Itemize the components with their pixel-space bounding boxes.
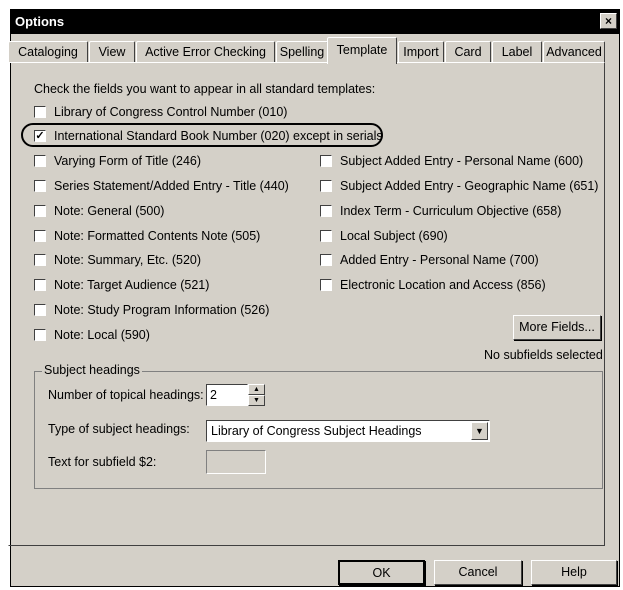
topical-headings-spinner[interactable]: ▲ ▼ (248, 384, 265, 406)
checkbox[interactable] (34, 329, 46, 341)
tab-import[interactable]: Import (398, 41, 444, 63)
field-label: Local Subject (690) (340, 229, 448, 243)
checkbox[interactable] (34, 180, 46, 192)
field-label: Note: Local (590) (54, 328, 150, 342)
tab-active-error-checking[interactable]: Active Error Checking (136, 41, 275, 63)
tab-card[interactable]: Card (445, 41, 491, 63)
subfields-status: No subfields selected (484, 348, 603, 362)
checkbox[interactable] (34, 155, 46, 167)
title-bar: Options × (11, 10, 619, 34)
instructions-text: Check the fields you want to appear in a… (34, 82, 376, 96)
field-label: Note: Summary, Etc. (520) (54, 253, 202, 267)
ok-button[interactable]: OK (338, 560, 425, 585)
field-label: Varying Form of Title (246) (54, 154, 202, 168)
field-label: Note: Study Program Information (526) (54, 303, 270, 317)
field-label: Electronic Location and Access (856) (340, 278, 546, 292)
field-label: Subject Added Entry - Geographic Name (6… (340, 179, 599, 193)
tab-view[interactable]: View (89, 41, 135, 63)
checkbox-checked[interactable]: ✓ (34, 130, 46, 142)
field-label: Subject Added Entry - Personal Name (600… (340, 154, 584, 168)
cancel-button[interactable]: Cancel (434, 560, 522, 585)
tab-label[interactable]: Label (492, 41, 542, 63)
checkbox[interactable] (34, 230, 46, 242)
checkbox[interactable] (320, 230, 332, 242)
subfield2-input[interactable] (206, 450, 266, 474)
checkbox[interactable] (34, 279, 46, 291)
close-button[interactable]: × (600, 13, 617, 29)
dropdown-arrow-icon[interactable]: ▼ (471, 422, 488, 440)
field-label: International Standard Book Number (020)… (54, 129, 383, 143)
field-label: Library of Congress Control Number (010) (54, 105, 288, 119)
field-label: Series Statement/Added Entry - Title (44… (54, 179, 289, 193)
spin-up-icon[interactable]: ▲ (248, 384, 265, 395)
checkbox[interactable] (34, 254, 46, 266)
subject-type-label: Type of subject headings: (48, 422, 190, 436)
checkbox[interactable] (320, 155, 332, 167)
field-label: Note: Formatted Contents Note (505) (54, 229, 261, 243)
subject-headings-legend: Subject headings (42, 363, 142, 377)
checkbox[interactable] (34, 205, 46, 217)
topical-headings-label: Number of topical headings: (48, 388, 204, 402)
checkbox[interactable] (320, 279, 332, 291)
checkbox[interactable] (320, 205, 332, 217)
tab-advanced[interactable]: Advanced (543, 41, 605, 63)
checkbox[interactable] (320, 180, 332, 192)
checkbox[interactable] (320, 254, 332, 266)
spin-down-icon[interactable]: ▼ (248, 395, 265, 406)
field-label: Added Entry - Personal Name (700) (340, 253, 539, 267)
tab-cataloging[interactable]: Cataloging (8, 41, 88, 63)
subject-type-value: Library of Congress Subject Headings (211, 424, 422, 438)
subfield2-label: Text for subfield $2: (48, 455, 157, 469)
topical-headings-input[interactable]: 2 (206, 384, 248, 406)
window-title: Options (15, 14, 65, 29)
tab-strip: Cataloging View Active Error Checking Sp… (8, 37, 605, 64)
more-fields-button[interactable]: More Fields... (513, 315, 601, 340)
field-label: Note: Target Audience (521) (54, 278, 210, 292)
checkbox[interactable] (34, 304, 46, 316)
tab-template[interactable]: Template (327, 37, 397, 64)
help-button[interactable]: Help (531, 560, 617, 585)
subject-type-select[interactable]: Library of Congress Subject Headings ▼ (206, 420, 490, 442)
field-label: Index Term - Curriculum Objective (658) (340, 204, 562, 218)
field-label: Note: General (500) (54, 204, 165, 218)
checkbox[interactable] (34, 106, 46, 118)
tab-spelling[interactable]: Spelling (276, 41, 328, 63)
